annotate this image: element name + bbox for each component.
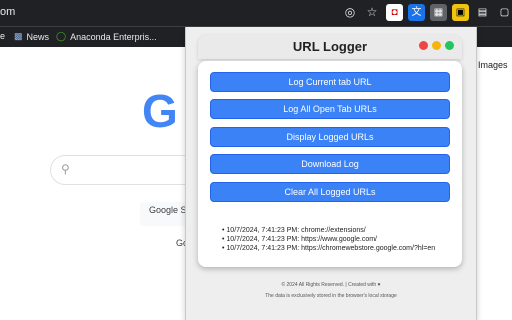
clear-logged-button[interactable]: Clear All Logged URLs	[210, 182, 450, 202]
extension-icon[interactable]: ▦	[430, 4, 447, 21]
footer-note: The data is exclusively stored in the br…	[265, 293, 397, 299]
bookmark-anaconda[interactable]: ◯ Anaconda Enterpris...	[56, 31, 157, 42]
google-logo: G	[142, 85, 178, 137]
bookmark-star-icon[interactable]: ☆	[364, 4, 380, 20]
list-item: 10/7/2024, 7:41:23 PM: https://chromeweb…	[222, 244, 435, 253]
log-list: 10/7/2024, 7:41:23 PM: chrome://extensio…	[222, 226, 435, 253]
bookmark-label: e	[0, 31, 6, 41]
bookmark-item[interactable]: e	[0, 31, 5, 41]
footer-copyright: © 2024 All Rights Reserved. | Created wi…	[281, 282, 381, 288]
display-logged-button[interactable]: Display Logged URLs	[210, 127, 450, 147]
search-icon: ⚲	[61, 162, 70, 176]
list-item: 10/7/2024, 7:41:23 PM: https://www.googl…	[222, 235, 435, 244]
url-logger-popup: URL Logger Log Current tab URL Log All O…	[185, 27, 477, 320]
download-log-button[interactable]: Download Log	[210, 154, 450, 174]
green-dot-icon	[445, 41, 454, 50]
url-field[interactable]: om	[0, 6, 15, 18]
bookmark-label: Anaconda Enterpris...	[70, 31, 157, 42]
extension-icons: ◘ 文 ▦ ▣ ▤ ▢	[386, 4, 512, 21]
address-bar: om ◎ ☆ ◘ 文 ▦ ▣ ▤ ▢	[0, 0, 512, 26]
pocket-icon[interactable]: ◘	[386, 4, 403, 21]
media-icon[interactable]: ▤	[474, 4, 491, 21]
log-all-tabs-button[interactable]: Log All Open Tab URLs	[210, 99, 450, 119]
popup-header: URL Logger	[198, 35, 462, 59]
url-logger-extension-icon[interactable]: ▣	[452, 4, 469, 21]
bookmark-news[interactable]: ▩ News	[14, 31, 49, 42]
location-icon[interactable]: ◎	[342, 4, 358, 20]
anaconda-icon: ◯	[56, 31, 67, 41]
news-icon: ▩	[14, 31, 23, 41]
profile-icon[interactable]: ▢	[496, 4, 512, 21]
popup-card: Log Current tab URL Log All Open Tab URL…	[198, 61, 462, 267]
address-bar-icons: ◎ ☆	[342, 4, 380, 20]
translate-icon[interactable]: 文	[408, 4, 425, 21]
log-current-tab-button[interactable]: Log Current tab URL	[210, 72, 450, 92]
images-link[interactable]: Images	[478, 60, 508, 70]
window-dots	[419, 41, 454, 50]
yellow-dot-icon	[432, 41, 441, 50]
list-item: 10/7/2024, 7:41:23 PM: chrome://extensio…	[222, 226, 435, 235]
bookmark-label: News	[26, 31, 50, 42]
red-dot-icon	[419, 41, 428, 50]
